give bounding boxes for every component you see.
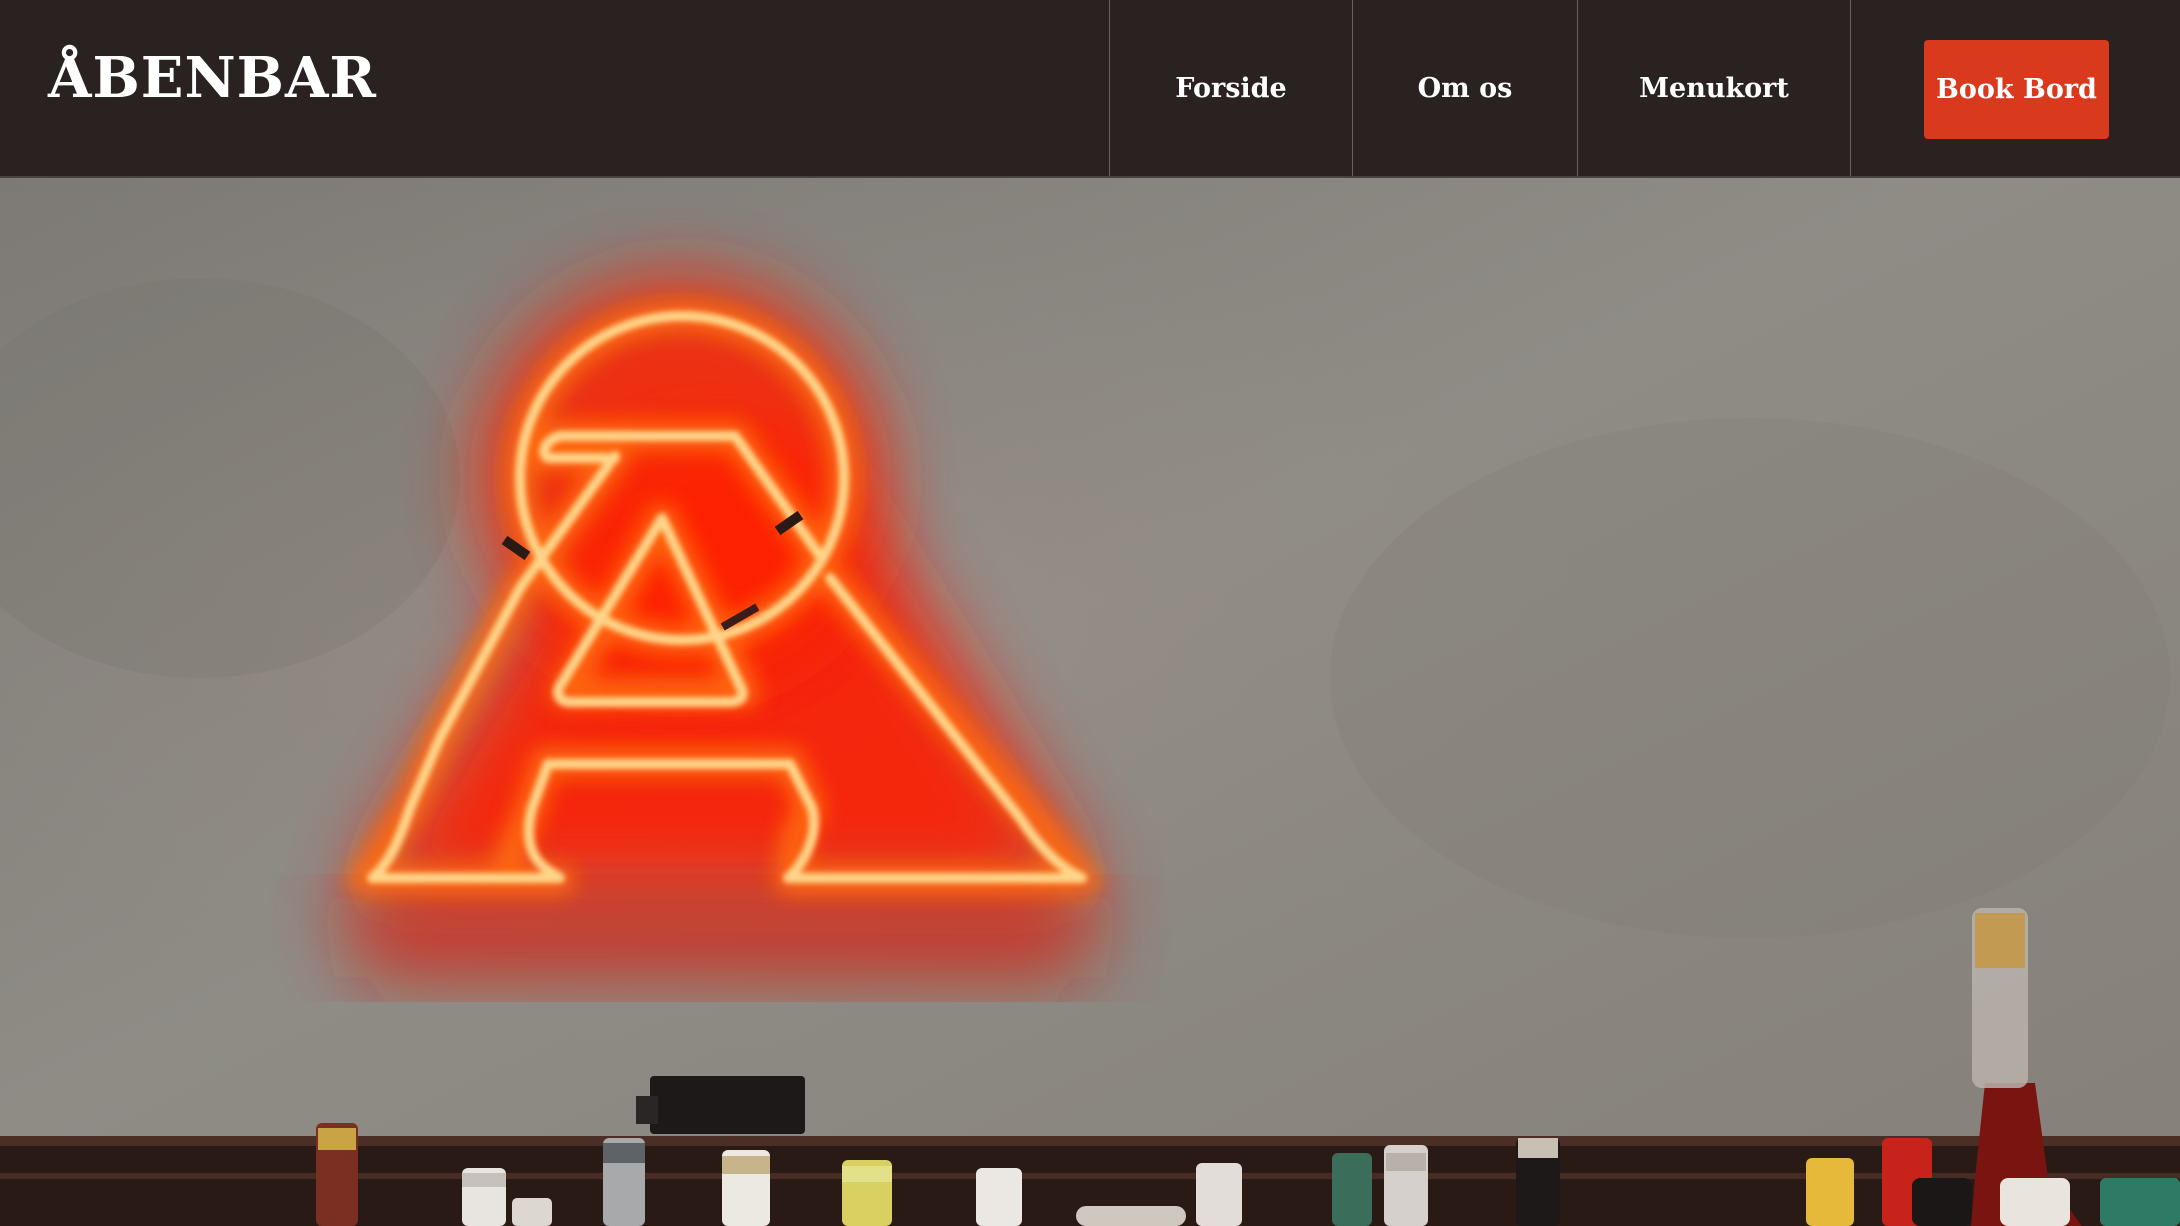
hero-image [0,178,2180,1226]
nav-item-forside[interactable]: Forside [1109,0,1352,176]
transformer-box [650,1076,805,1134]
brand-logo[interactable]: ÅBENBAR [48,50,377,106]
book-cell: Book Bord [1850,0,2180,176]
site-header: ÅBENBAR Forside Om os Menukort Book Bord [0,0,2180,178]
nav-item-menukort[interactable]: Menukort [1577,0,1850,176]
nav-item-om-os[interactable]: Om os [1352,0,1577,176]
neon-sign-photo [0,178,2180,1226]
book-table-button[interactable]: Book Bord [1924,40,2109,139]
